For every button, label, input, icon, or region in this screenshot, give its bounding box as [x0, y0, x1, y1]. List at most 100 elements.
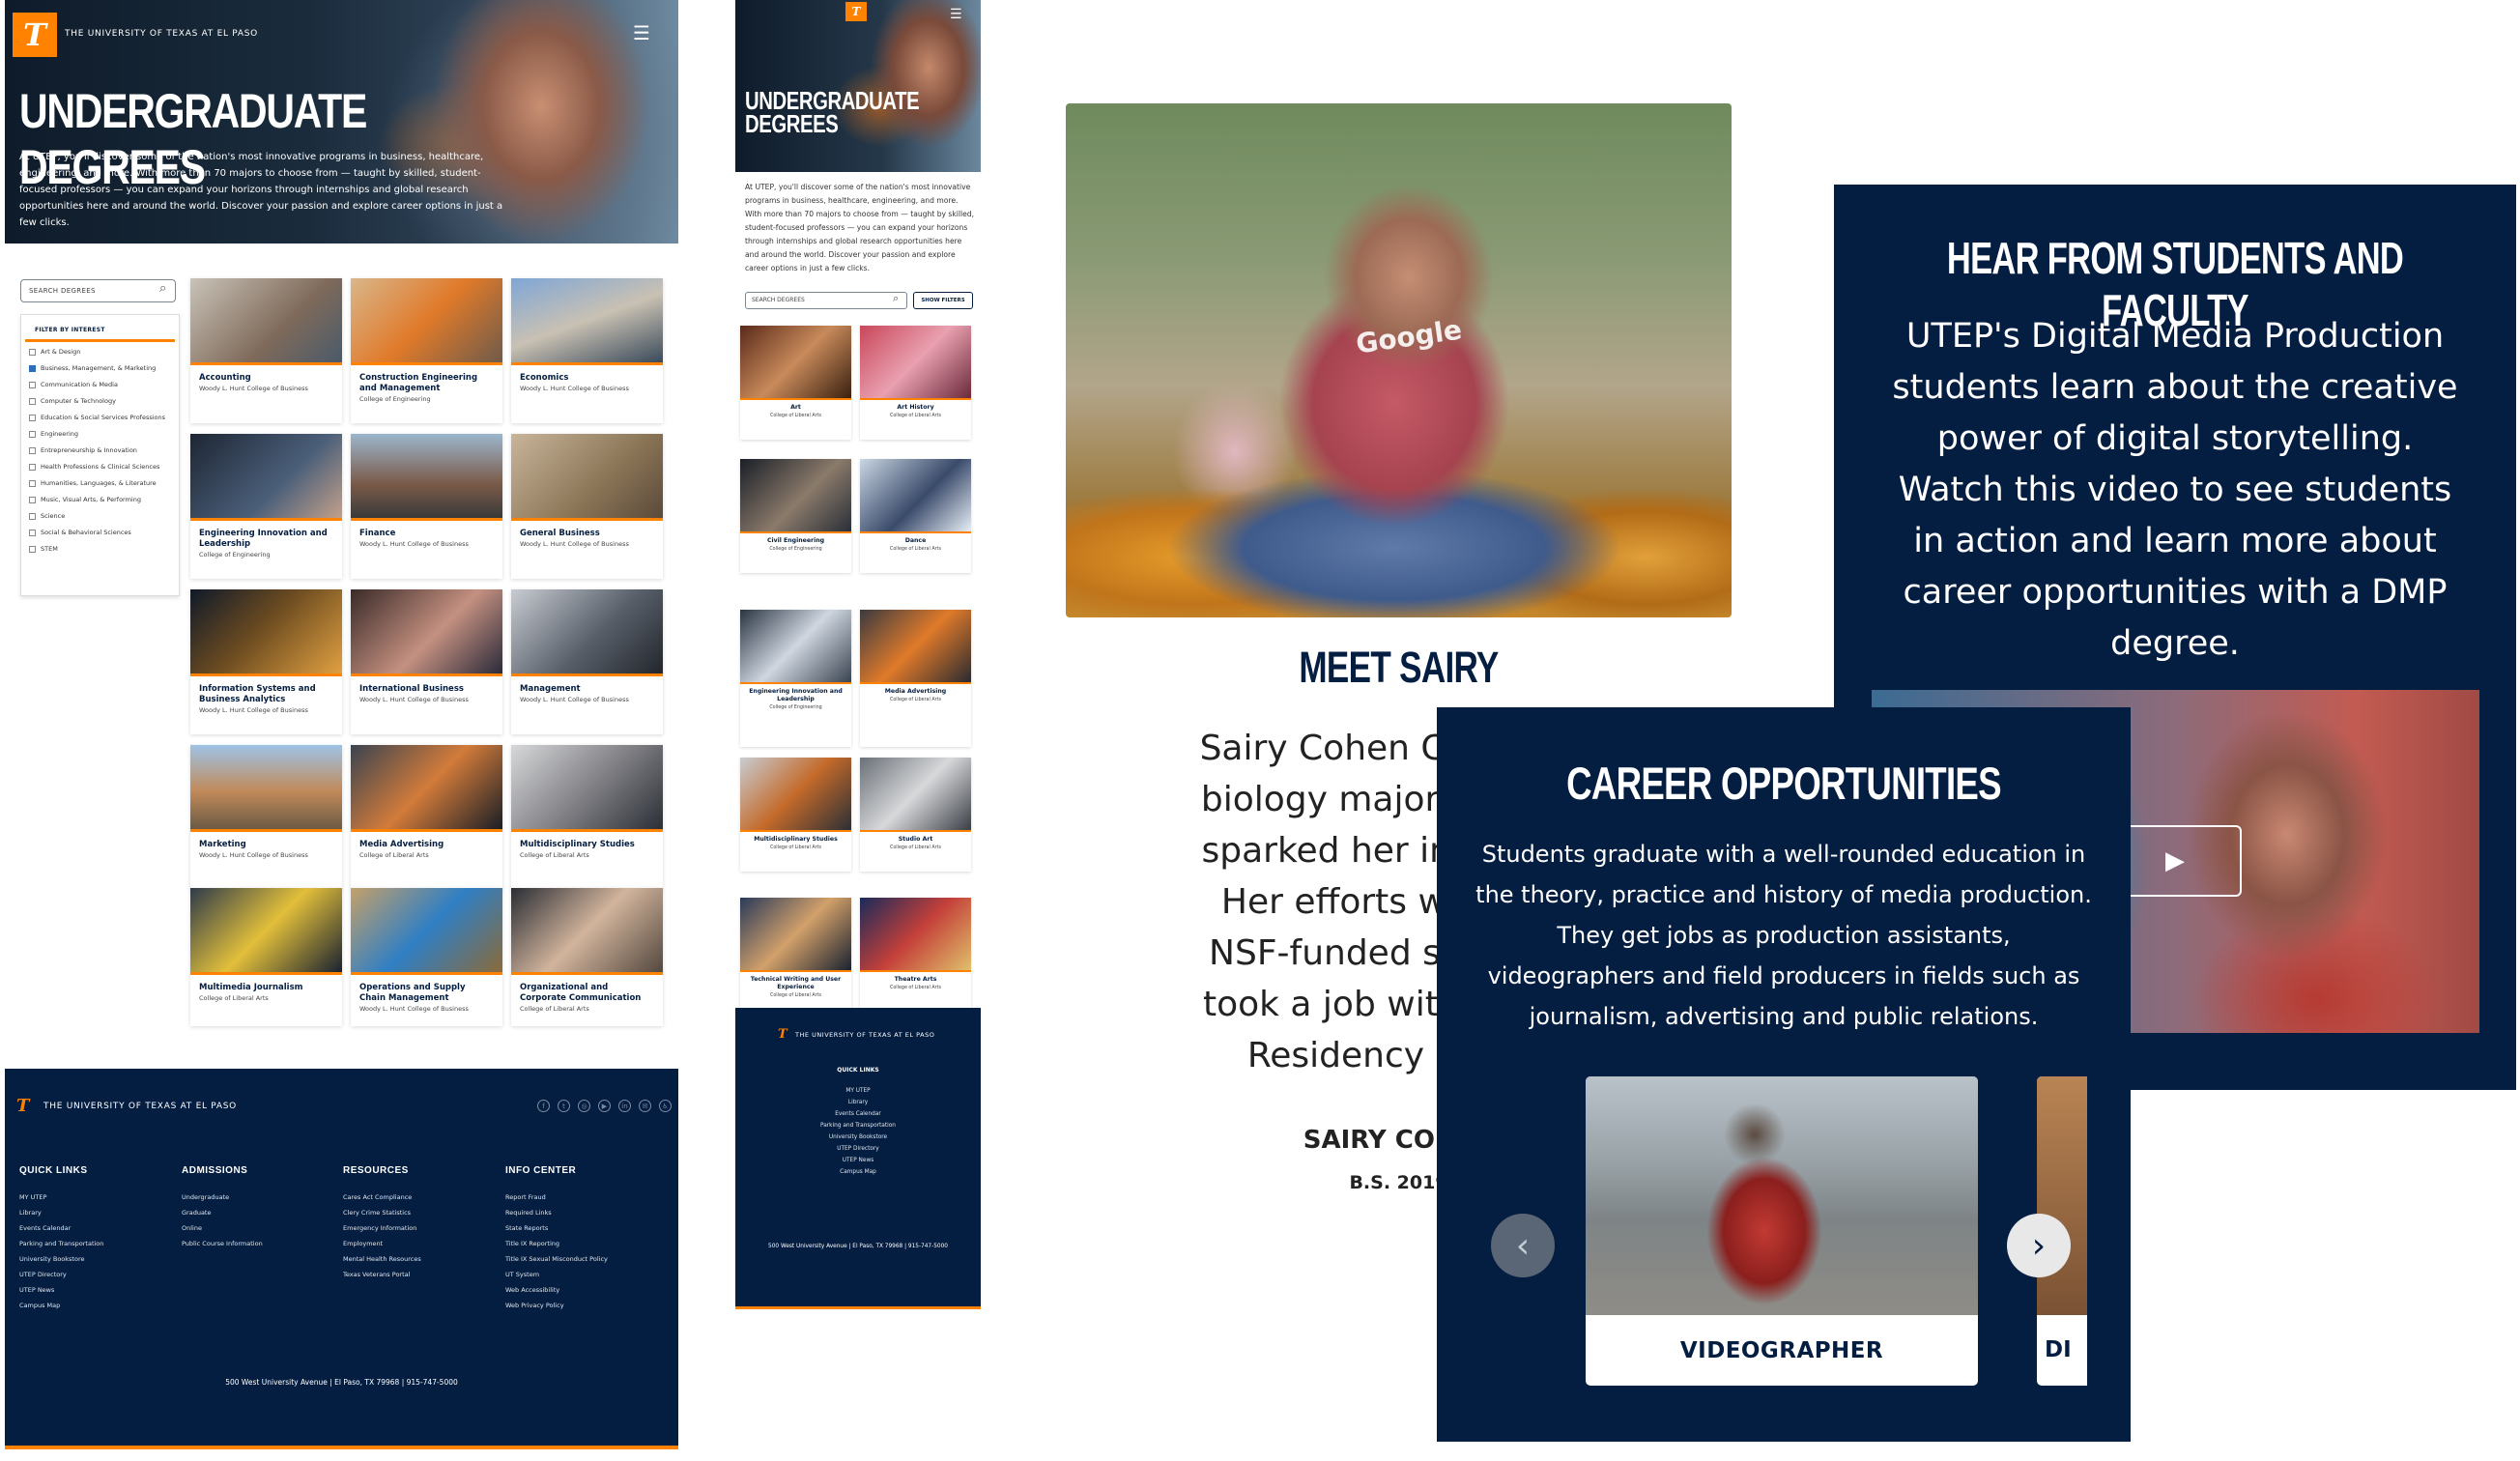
filter-option[interactable]: Communication & Media: [29, 381, 171, 389]
mobile-degree-card[interactable]: Civil Engineering College of Engineering: [740, 459, 851, 573]
accessibility-icon[interactable]: ♿: [659, 1100, 672, 1112]
mobile-search-icon[interactable]: ⌕: [893, 292, 899, 305]
degree-card[interactable]: Media Advertising College of Liberal Arts: [351, 745, 502, 890]
checkbox[interactable]: [29, 365, 36, 372]
mobile-footer-logo-icon[interactable]: T: [778, 1027, 788, 1042]
footer-link[interactable]: Report Fraud: [505, 1189, 608, 1205]
mobile-footer-link[interactable]: University Bookstore: [735, 1132, 981, 1143]
filter-option[interactable]: Social & Behavioral Sciences: [29, 529, 171, 537]
footer-link[interactable]: Campus Map: [19, 1298, 103, 1313]
degree-card[interactable]: Operations and Supply Chain Management Wo…: [351, 888, 502, 1026]
carousel-next-icon[interactable]: ›: [2007, 1214, 2071, 1277]
footer-link[interactable]: Online: [182, 1220, 263, 1236]
degree-card[interactable]: International Business Woody L. Hunt Coll…: [351, 589, 502, 734]
degree-card[interactable]: Management Woody L. Hunt College of Busin…: [511, 589, 663, 734]
degree-card[interactable]: Finance Woody L. Hunt College of Business: [351, 434, 502, 579]
footer-link[interactable]: Web Privacy Policy: [505, 1298, 608, 1313]
footer-link[interactable]: State Reports: [505, 1220, 608, 1236]
checkbox[interactable]: [29, 513, 36, 520]
mobile-footer-link[interactable]: Events Calendar: [735, 1108, 981, 1120]
degree-card[interactable]: Economics Woody L. Hunt College of Busine…: [511, 278, 663, 423]
footer-link[interactable]: Clery Crime Statistics: [343, 1205, 421, 1220]
footer-link[interactable]: Title IX Sexual Misconduct Policy: [505, 1251, 608, 1267]
mobile-footer-link[interactable]: Library: [735, 1097, 981, 1108]
mobile-degree-card[interactable]: Studio Art College of Liberal Arts: [860, 758, 971, 872]
show-filters-button[interactable]: SHOW FILTERS: [913, 292, 973, 309]
degree-card[interactable]: Accounting Woody L. Hunt College of Busin…: [190, 278, 342, 423]
footer-link[interactable]: Library: [19, 1205, 103, 1220]
mobile-degree-card[interactable]: Engineering Innovation and Leadership Col…: [740, 610, 851, 747]
menu-icon[interactable]: ☰: [633, 23, 650, 43]
filter-option[interactable]: Music, Visual Arts, & Performing: [29, 496, 171, 504]
email-icon[interactable]: ✉: [639, 1100, 651, 1112]
filter-option[interactable]: Entrepreneurship & Innovation: [29, 446, 171, 455]
search-input[interactable]: SEARCH DEGREES: [20, 279, 176, 302]
footer-link[interactable]: Graduate: [182, 1205, 263, 1220]
mobile-search-input[interactable]: SEARCH DEGREES: [745, 292, 907, 309]
instagram-icon[interactable]: ◎: [578, 1100, 590, 1112]
footer-link[interactable]: Public Course Information: [182, 1236, 263, 1251]
youtube-icon[interactable]: ▶: [598, 1100, 611, 1112]
checkbox[interactable]: [29, 497, 36, 503]
filter-option[interactable]: Humanities, Languages, & Literature: [29, 479, 171, 488]
footer-link[interactable]: Events Calendar: [19, 1220, 103, 1236]
checkbox[interactable]: [29, 480, 36, 487]
mobile-menu-icon[interactable]: ☰: [950, 8, 962, 21]
utep-logo[interactable]: T: [13, 13, 57, 57]
filter-option[interactable]: STEM: [29, 545, 171, 554]
mobile-degree-card[interactable]: Theatre Arts College of Liberal Arts: [860, 898, 971, 1012]
footer-link[interactable]: Title IX Reporting: [505, 1236, 608, 1251]
mobile-footer-link[interactable]: Campus Map: [735, 1166, 981, 1178]
footer-link[interactable]: University Bookstore: [19, 1251, 103, 1267]
degree-card[interactable]: Information Systems and Business Analyti…: [190, 589, 342, 734]
checkbox[interactable]: [29, 415, 36, 421]
degree-card[interactable]: General Business Woody L. Hunt College of…: [511, 434, 663, 579]
filter-option[interactable]: Science: [29, 512, 171, 521]
footer-link[interactable]: Emergency Information: [343, 1220, 421, 1236]
twitter-icon[interactable]: t: [558, 1100, 570, 1112]
mobile-footer-link[interactable]: MY UTEP: [735, 1085, 981, 1097]
degree-card[interactable]: Marketing Woody L. Hunt College of Busine…: [190, 745, 342, 890]
mobile-degree-card[interactable]: Art College of Liberal Arts: [740, 326, 851, 440]
mobile-degree-card[interactable]: Dance College of Liberal Arts: [860, 459, 971, 573]
mobile-logo[interactable]: T: [845, 2, 867, 21]
checkbox[interactable]: [29, 447, 36, 454]
mobile-degree-card[interactable]: Multidisciplinary Studies College of Libe…: [740, 758, 851, 872]
linkedin-icon[interactable]: in: [618, 1100, 631, 1112]
filter-option[interactable]: Computer & Technology: [29, 397, 171, 406]
footer-link[interactable]: UT System: [505, 1267, 608, 1282]
mobile-degree-card[interactable]: Technical Writing and User Experience Col…: [740, 898, 851, 1012]
search-icon[interactable]: ⌕: [159, 281, 166, 296]
checkbox[interactable]: [29, 431, 36, 438]
footer-link[interactable]: MY UTEP: [19, 1189, 103, 1205]
mobile-footer-link[interactable]: UTEP News: [735, 1155, 981, 1166]
degree-card[interactable]: Construction Engineering and Management C…: [351, 278, 502, 423]
degree-card[interactable]: Multimedia Journalism College of Liberal …: [190, 888, 342, 1026]
checkbox[interactable]: [29, 382, 36, 388]
footer-link[interactable]: Texas Veterans Portal: [343, 1267, 421, 1282]
footer-link[interactable]: Required Links: [505, 1205, 608, 1220]
mobile-degree-card[interactable]: Media Advertising College of Liberal Arts: [860, 610, 971, 747]
footer-link[interactable]: Mental Health Resources: [343, 1251, 421, 1267]
checkbox[interactable]: [29, 546, 36, 553]
footer-link[interactable]: Web Accessibility: [505, 1282, 608, 1298]
footer-logo-icon[interactable]: T: [16, 1096, 29, 1116]
mobile-footer-link[interactable]: Parking and Transportation: [735, 1120, 981, 1132]
checkbox[interactable]: [29, 530, 36, 536]
filter-option[interactable]: Engineering: [29, 430, 171, 439]
footer-link[interactable]: UTEP Directory: [19, 1267, 103, 1282]
degree-card[interactable]: Engineering Innovation and Leadership Col…: [190, 434, 342, 579]
career-card[interactable]: VIDEOGRAPHER: [1586, 1076, 1978, 1386]
footer-link[interactable]: Employment: [343, 1236, 421, 1251]
checkbox[interactable]: [29, 464, 36, 471]
footer-link[interactable]: Cares Act Compliance: [343, 1189, 421, 1205]
filter-option[interactable]: Business, Management, & Marketing: [29, 364, 171, 373]
filter-option[interactable]: Health Professions & Clinical Sciences: [29, 463, 171, 472]
footer-link[interactable]: Parking and Transportation: [19, 1236, 103, 1251]
mobile-degree-card[interactable]: Art History College of Liberal Arts: [860, 326, 971, 440]
checkbox[interactable]: [29, 349, 36, 356]
degree-card[interactable]: Organizational and Corporate Communicati…: [511, 888, 663, 1026]
filter-option[interactable]: Art & Design: [29, 348, 171, 357]
checkbox[interactable]: [29, 398, 36, 405]
filter-option[interactable]: Education & Social Services Professions: [29, 414, 171, 422]
